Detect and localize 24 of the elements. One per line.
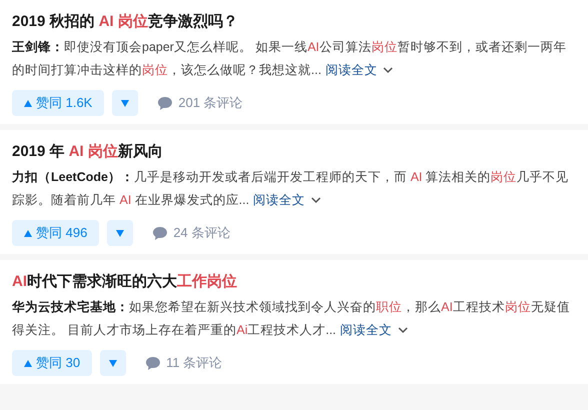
downvote-button[interactable]: [100, 350, 126, 376]
triangle-up-icon: [24, 230, 32, 236]
read-more-link[interactable]: 阅读全文: [325, 59, 394, 82]
triangle-down-icon: [109, 360, 118, 366]
chevron-down-icon: [398, 327, 408, 334]
triangle-up-icon: [24, 100, 32, 106]
chevron-down-icon: [311, 197, 322, 204]
speech-bubble-icon: [153, 226, 168, 240]
answer-title[interactable]: 2019 年 AI 岗位新风向: [12, 142, 576, 162]
answer-excerpt: 力扣（LeetCode）：几乎是移动开发或者后端开发工程师的天下，而 AI 算法相关的岗位几乎不见踪影。随着前几年 AI 在业界爆发式的应... 阅读全文: [12, 166, 576, 212]
downvote-button[interactable]: [107, 220, 134, 246]
triangle-down-icon: [116, 230, 124, 236]
answer-excerpt: 王剑锋：即使没有顶会paper又怎么样呢。 如果一线AI公司算法岗位暂时够不到，或者还剩一两年的时间打算冲击这样的岗位，该怎么做呢？我想这就... 阅读全文: [12, 36, 576, 82]
answer-excerpt: 华为云技术宅基地：如果您希望在新兴技术领域找到令人兴奋的职位，那么AI工程技术岗位无疑值得关注。 目前人才市场上存在着严重的Ai工程技术人才... 阅读全文: [12, 296, 576, 342]
chevron-down-icon: [383, 67, 394, 74]
speech-bubble-icon: [158, 96, 172, 110]
triangle-up-icon: [24, 360, 32, 366]
triangle-down-icon: [121, 100, 130, 106]
answer-title[interactable]: 2019 秋招的 AI 岗位竞争激烈吗？: [12, 12, 576, 32]
read-more-link[interactable]: 阅读全文: [340, 319, 408, 342]
read-more-link[interactable]: 阅读全文: [253, 189, 322, 212]
answer-title[interactable]: AI时代下需求渐旺的六大工作岗位: [12, 272, 576, 292]
speech-bubble-icon: [146, 356, 160, 370]
downvote-button[interactable]: [112, 90, 138, 116]
